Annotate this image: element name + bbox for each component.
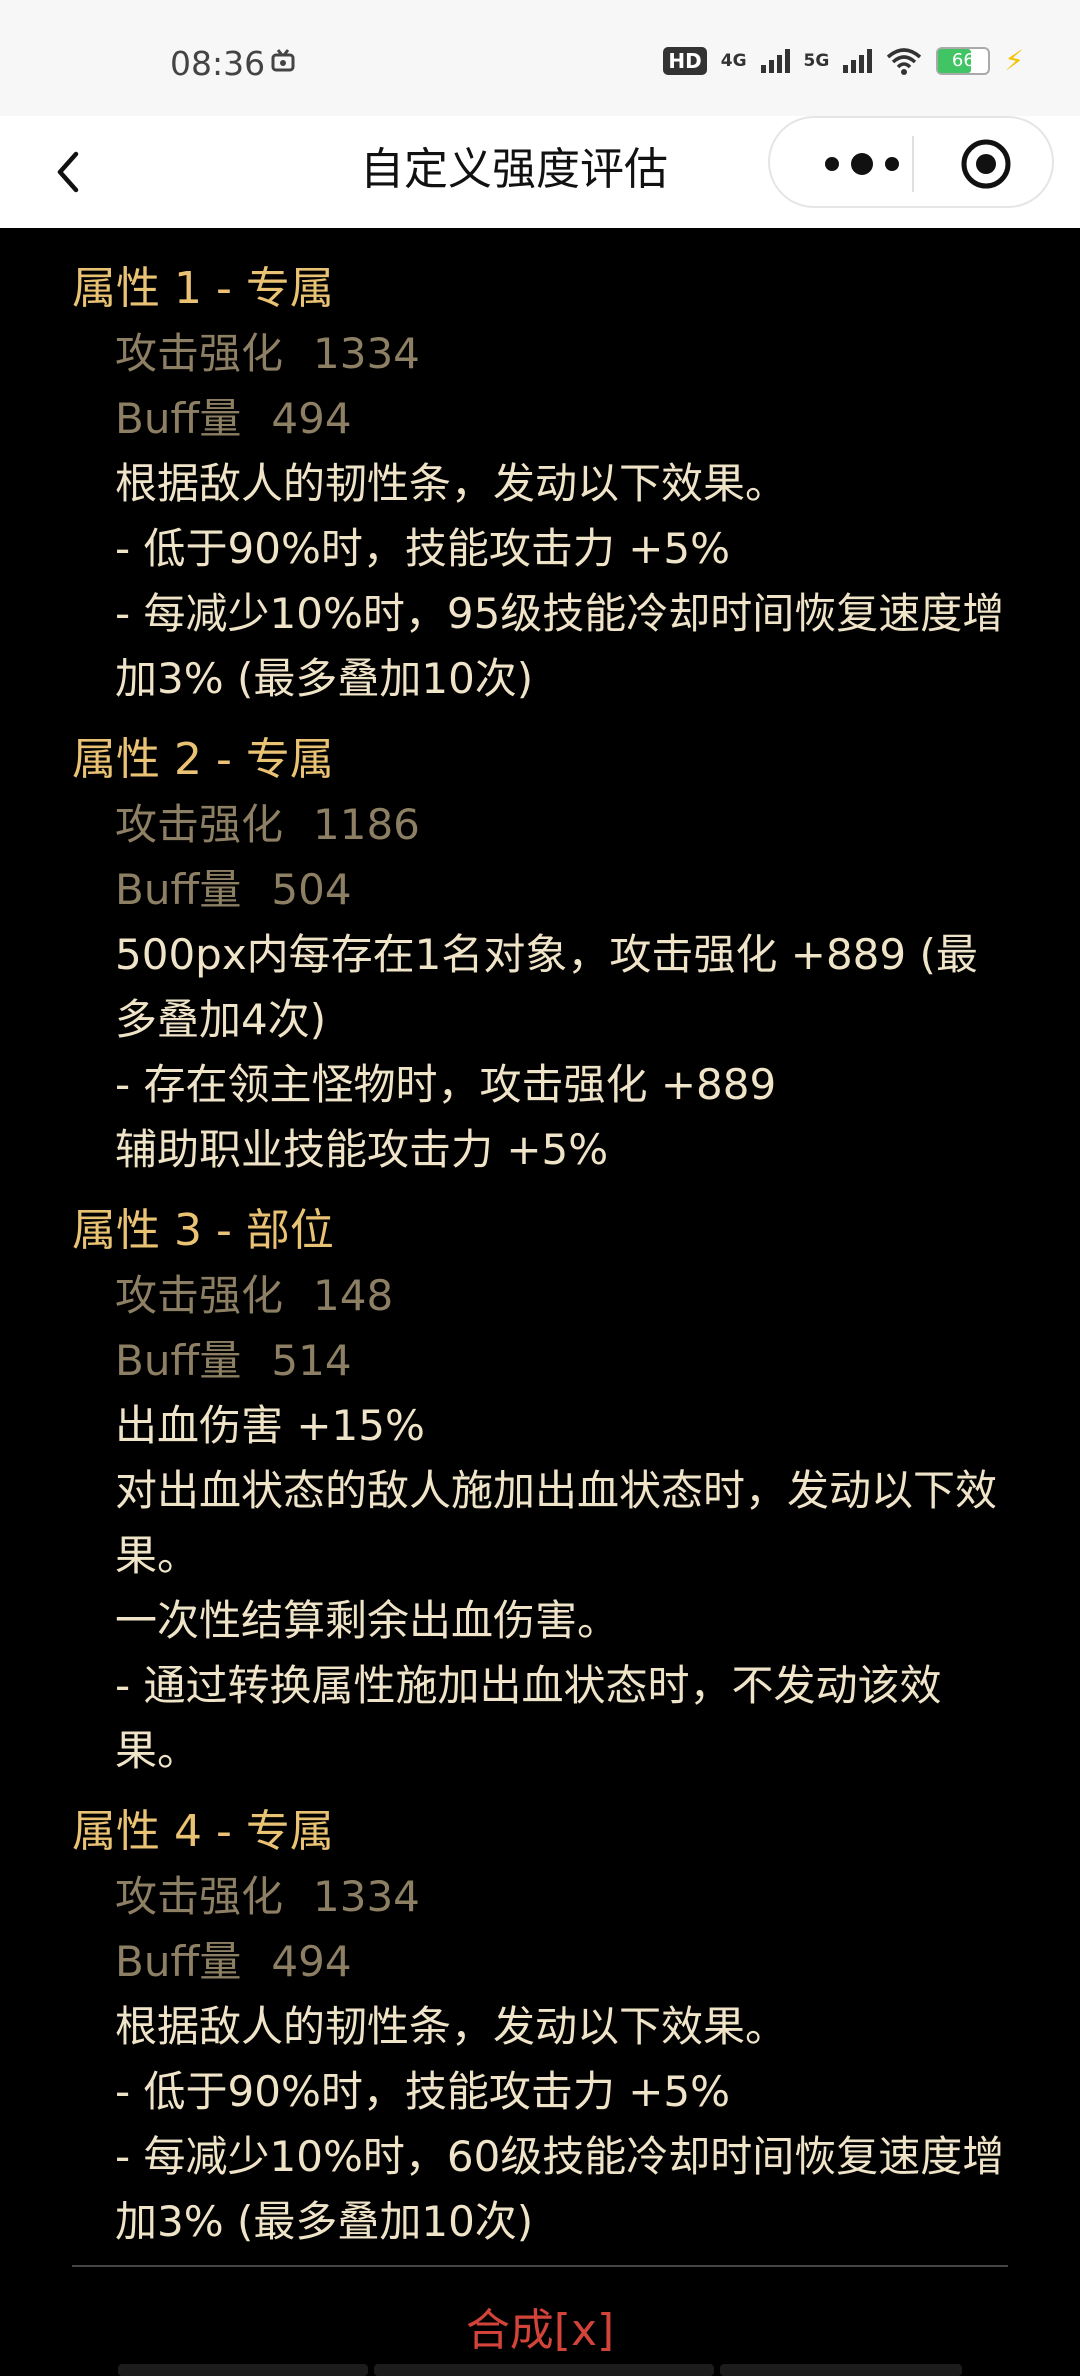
- craft-button[interactable]: 合成[x]: [0, 2294, 1080, 2358]
- signal-5g-icon: 5G: [804, 51, 830, 71]
- effect-text: - 低于90%时，技能攻击力 +5%: [115, 524, 731, 573]
- attribute-title: 属性 3 - 部位: [72, 1205, 334, 1256]
- tv-icon: [271, 49, 295, 72]
- page-title: 自定义强度评估: [360, 144, 668, 195]
- stat-row: Buff量 504: [72, 857, 1080, 922]
- effect-text: - 低于90%时，技能攻击力 +5%: [115, 2067, 731, 2116]
- wifi-icon: [887, 47, 922, 75]
- stat-value: 1334: [313, 329, 420, 378]
- effect-text: 500px内每存在1名对象，攻击强化 +889 (最多叠加4次): [115, 930, 978, 1044]
- bottom-tab-strip: [118, 2364, 962, 2376]
- capsule-divider: [912, 136, 914, 192]
- status-icons: HD 4G 5G 66 ⚡: [663, 44, 1024, 77]
- effect-text: 辅助职业技能攻击力 +5%: [115, 1125, 609, 1174]
- stat-value: 494: [271, 1937, 352, 1986]
- attribute-title: 属性 1 - 专属: [72, 263, 334, 314]
- stat-label: Buff量: [115, 1336, 242, 1385]
- stat-label: Buff量: [115, 865, 242, 914]
- attribute-section: 属性 1 - 专属攻击强化 1334 Buff量 494 根据敌人的韧性条，发动以下效果…: [0, 256, 1080, 711]
- stat-value: 504: [271, 865, 352, 914]
- bottom-tab[interactable]: [374, 2364, 714, 2376]
- back-icon[interactable]: [40, 142, 100, 202]
- effect-text: 根据敌人的韧性条，发动以下效果。: [115, 459, 788, 508]
- stat-row: 攻击强化 148: [72, 1263, 1080, 1328]
- attribute-list: 属性 1 - 专属攻击强化 1334 Buff量 494 根据敌人的韧性条，发动以下效果…: [0, 256, 1080, 2254]
- stat-value: 494: [271, 394, 352, 443]
- effect-text: - 每减少10%时，60级技能冷却时间恢复速度增加3% (最多叠加10次): [115, 2132, 1005, 2246]
- mini-program-capsule: [768, 116, 1054, 208]
- stat-label: Buff量: [115, 1937, 242, 1986]
- effect-text: - 存在领主怪物时，攻击强化 +889: [115, 1060, 777, 1109]
- nav-bar: 自定义强度评估: [0, 116, 1080, 228]
- divider: [72, 2265, 1008, 2267]
- signal-bars-icon: [760, 48, 790, 73]
- stat-label: 攻击强化: [115, 1872, 284, 1921]
- bottom-tab[interactable]: [720, 2364, 962, 2376]
- stat-row: 攻击强化 1186: [72, 792, 1080, 857]
- stat-row: Buff量 494: [72, 386, 1080, 451]
- stat-label: 攻击强化: [115, 329, 284, 378]
- net-4g-label: 4G: [720, 50, 747, 71]
- battery-percent: 66: [951, 49, 975, 71]
- stat-row: 攻击强化 1334: [72, 321, 1080, 386]
- signal-bars-icon: [843, 48, 873, 73]
- charging-icon: ⚡: [1004, 44, 1024, 77]
- attributes-panel: 属性 1 - 专属攻击强化 1334 Buff量 494 根据敌人的韧性条，发动以下效果…: [0, 228, 1080, 2376]
- hd-label: HD: [668, 48, 702, 73]
- effect-text: 对出血状态的敌人施加出血状态时，发动以下效果。: [115, 1466, 998, 1580]
- more-icon[interactable]: [810, 146, 914, 182]
- stat-value: 148: [313, 1271, 394, 1320]
- battery-icon: 66: [936, 46, 991, 75]
- stat-label: 攻击强化: [115, 800, 284, 849]
- attribute-section: 属性 2 - 专属攻击强化 1186 Buff量 504 500px内每存在1名对象，攻…: [0, 727, 1080, 1182]
- stat-label: 攻击强化: [115, 1271, 284, 1320]
- stat-row: Buff量 514: [72, 1328, 1080, 1393]
- signal-4g-icon: 4G: [721, 51, 747, 71]
- stat-row: Buff量 494: [72, 1929, 1080, 1994]
- effect-text: - 每减少10%时，95级技能冷却时间恢复速度增加3% (最多叠加10次): [115, 589, 1005, 703]
- attribute-section: 属性 3 - 部位攻击强化 148 Buff量 514 出血伤害 +15% 对出血状态的敌…: [0, 1198, 1080, 1783]
- close-target-icon[interactable]: [960, 138, 1012, 190]
- stat-value: 1186: [313, 800, 420, 849]
- net-5g-label: 5G: [803, 50, 830, 71]
- stat-label: Buff量: [115, 394, 242, 443]
- status-time: 08:36: [170, 44, 266, 83]
- attribute-title: 属性 2 - 专属: [72, 734, 334, 785]
- stat-value: 1334: [313, 1872, 420, 1921]
- stat-row: 攻击强化 1334: [72, 1864, 1080, 1929]
- attribute-title: 属性 4 - 专属: [72, 1806, 334, 1857]
- stat-value: 514: [271, 1336, 352, 1385]
- attribute-section: 属性 4 - 专属攻击强化 1334 Buff量 494 根据敌人的韧性条，发动以下效果…: [0, 1799, 1080, 2254]
- status-bar: 08:36 HD 4G 5G 66 ⚡: [0, 0, 1080, 116]
- effect-text: 根据敌人的韧性条，发动以下效果。: [115, 2002, 788, 2051]
- effect-text: 出血伤害 +15%: [115, 1401, 425, 1450]
- effect-text: 一次性结算剩余出血伤害。: [115, 1596, 620, 1645]
- bottom-tab[interactable]: [118, 2364, 368, 2376]
- effect-text: - 通过转换属性施加出血状态时，不发动该效果。: [115, 1661, 942, 1775]
- hd-icon: HD: [663, 46, 707, 75]
